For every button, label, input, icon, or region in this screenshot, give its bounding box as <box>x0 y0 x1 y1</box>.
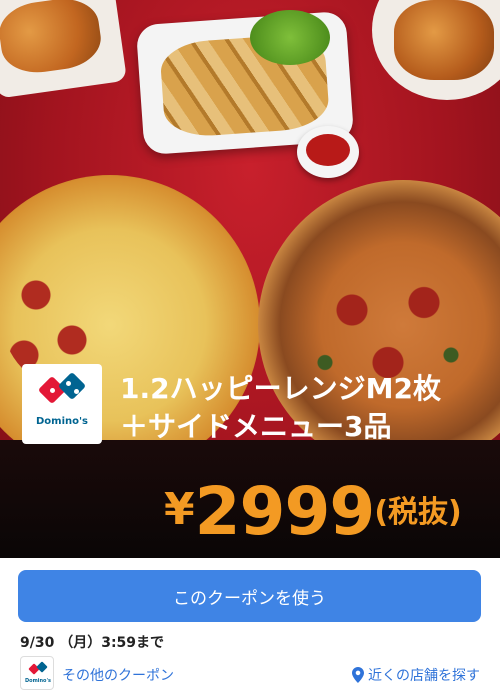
coupon-title-line2: ＋サイドメニュー3品 <box>120 410 392 443</box>
footer-dominos-logo: Domino's <box>20 656 54 690</box>
coupon-title-line1: 1.2ハッピーレンジM2枚 <box>120 372 441 405</box>
logo-text: Domino's <box>35 416 89 427</box>
map-pin-icon <box>352 667 364 683</box>
price-tax-note: (税抜) <box>374 495 462 530</box>
coupon-deadline: 9/30 （月）3:59まで <box>20 635 165 651</box>
lettuce-garnish-image <box>250 10 330 65</box>
nearby-stores-link[interactable]: 近くの店舗を探す <box>352 665 480 685</box>
chicken-wings-plate-image <box>372 0 500 100</box>
price-amount: 2999 <box>194 473 376 550</box>
coupon-hero-image: Domino's 1.2ハッピーレンジM2枚 ＋サイドメニュー3品 ¥2999(… <box>0 0 500 558</box>
use-coupon-button[interactable]: このクーポンを使う <box>18 570 481 622</box>
other-coupons-link[interactable]: その他のクーポン <box>62 665 174 685</box>
dominos-logo: Domino's <box>22 364 102 444</box>
fried-chicken-plate-image <box>0 0 128 99</box>
coupon-title: 1.2ハッピーレンジM2枚 ＋サイドメニュー3品 <box>120 370 441 446</box>
dominos-logo-icon <box>28 661 48 675</box>
price-currency: ¥ <box>164 484 195 535</box>
ketchup-dish-image <box>297 126 359 178</box>
coupon-page: Domino's 1.2ハッピーレンジM2枚 ＋サイドメニュー3品 ¥2999(… <box>0 0 500 697</box>
footer-logo-text: Domino's <box>24 678 51 684</box>
dominos-logo-icon <box>37 371 87 405</box>
nearby-stores-label: 近くの店舗を探す <box>368 668 480 684</box>
coupon-price: ¥2999(税抜) <box>164 473 462 550</box>
